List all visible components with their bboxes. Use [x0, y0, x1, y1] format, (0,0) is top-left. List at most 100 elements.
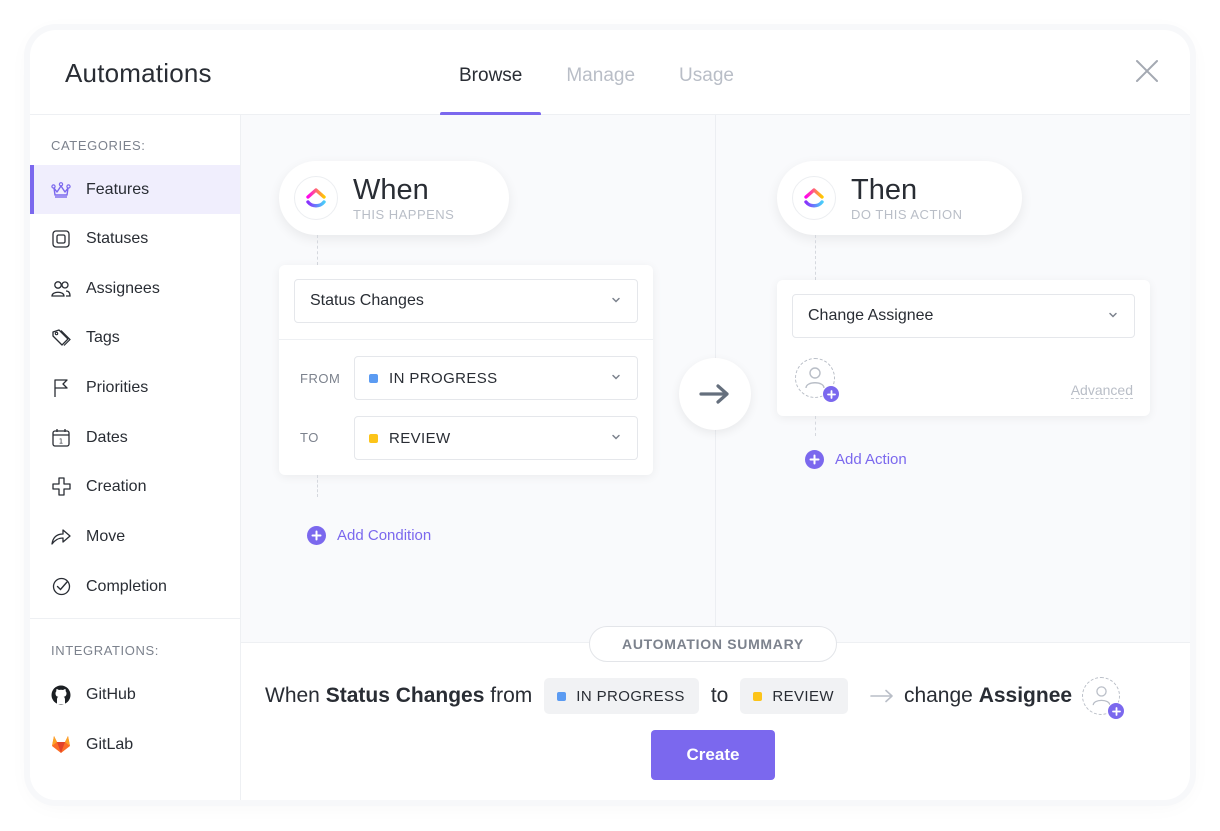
summary-when: When — [265, 684, 320, 707]
trigger-header: When THIS HAPPENS — [279, 161, 509, 235]
chevron-down-icon — [1109, 312, 1117, 318]
tab-usage[interactable]: Usage — [660, 30, 753, 115]
connector-line — [815, 416, 816, 436]
connector-line — [317, 475, 318, 497]
status-color-dot — [369, 433, 378, 443]
trigger-title: When — [353, 173, 429, 206]
sidebar-item-label: Assignees — [86, 279, 160, 297]
action-title: Then — [851, 173, 918, 206]
trigger-subtitle: THIS HAPPENS — [353, 206, 455, 222]
sidebar-item-label: Move — [86, 527, 126, 545]
tag-icon — [51, 328, 71, 348]
sidebar-item-move[interactable]: Move — [30, 512, 240, 561]
sidebar-item-statuses[interactable]: Statuses — [30, 214, 240, 263]
advanced-link[interactable]: Advanced — [1070, 382, 1133, 399]
add-action-button[interactable]: Add Action — [805, 450, 907, 469]
add-action-label: Add Action — [835, 451, 907, 468]
share-arrow-icon — [51, 527, 71, 547]
status-square-icon — [51, 229, 71, 249]
connector-line — [815, 235, 816, 280]
modal-header: Automations Browse Manage Usage — [30, 30, 1190, 116]
add-assignee-button[interactable] — [795, 358, 840, 403]
summary-from-status-chip: IN PROGRESS — [544, 678, 699, 714]
add-condition-button[interactable]: Add Condition — [307, 526, 431, 545]
add-condition-label: Add Condition — [337, 527, 432, 544]
from-status-select[interactable]: IN PROGRESS — [354, 356, 638, 400]
sidebar-item-label: Tags — [86, 328, 120, 346]
arrow-right-icon — [699, 384, 729, 404]
tab-browse[interactable]: Browse — [440, 30, 542, 116]
action-subtitle: DO THIS ACTION — [851, 206, 963, 222]
automation-builder: When THIS HAPPENS Status Changes FROM IN… — [241, 115, 1190, 643]
clickup-logo-icon — [294, 176, 338, 220]
sidebar-item-label: Statuses — [86, 229, 149, 247]
summary-from-status: IN PROGRESS — [576, 687, 685, 705]
action-event-value: Change Assignee — [808, 307, 934, 324]
status-color-dot — [753, 691, 763, 701]
svg-text:1: 1 — [59, 438, 63, 446]
status-color-dot — [369, 373, 378, 383]
arrow-right-icon — [870, 689, 894, 703]
sidebar-item-label: Creation — [86, 477, 147, 495]
status-color-dot — [557, 691, 567, 701]
to-status-select[interactable]: REVIEW — [354, 416, 638, 460]
connector-line — [317, 235, 318, 265]
flow-arrow — [679, 358, 751, 430]
categories-label: CATEGORIES: — [51, 138, 146, 153]
sidebar-item-priorities[interactable]: Priorities — [30, 363, 240, 412]
sidebar-item-gitlab[interactable]: GitLab — [30, 720, 240, 769]
sidebar: CATEGORIES: Features Statuses Assignees … — [30, 115, 241, 800]
plus-badge-icon — [822, 385, 840, 403]
from-status-value: IN PROGRESS — [389, 369, 498, 387]
sidebar-item-label: Completion — [86, 577, 167, 595]
sidebar-item-completion[interactable]: Completion — [30, 562, 240, 611]
close-icon — [1136, 60, 1158, 82]
clickup-logo-icon — [792, 176, 836, 220]
sidebar-item-label: GitLab — [86, 735, 134, 753]
sidebar-item-tags[interactable]: Tags — [30, 313, 240, 362]
chevron-down-icon — [612, 374, 620, 380]
summary-to-status-chip: REVIEW — [740, 678, 848, 714]
card-divider — [279, 339, 653, 340]
user-icon — [805, 367, 825, 389]
sidebar-item-features[interactable]: Features — [30, 165, 240, 214]
sidebar-item-dates[interactable]: 1 Dates — [30, 413, 240, 462]
sidebar-item-label: Features — [86, 180, 150, 198]
integrations-label: INTEGRATIONS: — [51, 643, 159, 658]
automations-modal: Automations Browse Manage Usage CATEGORI… — [30, 30, 1190, 800]
automation-summary: When Status Changes from IN PROGRESS to … — [265, 677, 1126, 720]
summary-to-status: REVIEW — [772, 687, 834, 705]
trigger-card: Status Changes FROM IN PROGRESS TO REVIE… — [279, 265, 653, 475]
sidebar-item-creation[interactable]: Creation — [30, 462, 240, 511]
summary-from: from — [490, 684, 533, 707]
tab-manage[interactable]: Manage — [547, 30, 654, 115]
sidebar-item-github[interactable]: GitHub — [30, 670, 240, 719]
summary-assignee-avatar[interactable] — [1082, 677, 1126, 720]
plus-circle-icon — [307, 526, 326, 545]
action-header: Then DO THIS ACTION — [777, 161, 1022, 235]
github-icon — [51, 685, 71, 705]
action-event-select[interactable]: Change Assignee — [792, 294, 1135, 338]
close-button[interactable] — [1134, 58, 1160, 84]
trigger-event-select[interactable]: Status Changes — [294, 279, 638, 323]
summary-change: change — [903, 684, 973, 707]
calendar-icon: 1 — [51, 428, 71, 448]
chevron-down-icon — [612, 434, 620, 440]
summary-trigger: Status Changes — [325, 684, 485, 707]
create-button[interactable]: Create — [651, 730, 775, 780]
sidebar-item-label: Priorities — [86, 378, 149, 396]
plus-outline-icon — [51, 477, 71, 497]
sidebar-divider — [30, 618, 240, 619]
automation-summary-label: AUTOMATION SUMMARY — [589, 626, 837, 662]
trigger-event-value: Status Changes — [310, 292, 424, 309]
gitlab-icon — [51, 735, 71, 755]
plus-circle-icon — [805, 450, 824, 469]
chevron-down-icon — [612, 297, 620, 303]
user-icon — [1092, 686, 1111, 706]
sidebar-item-assignees[interactable]: Assignees — [30, 264, 240, 313]
page-title: Automations — [65, 58, 212, 88]
check-circle-icon — [51, 577, 71, 597]
flag-icon — [51, 378, 71, 398]
to-status-value: REVIEW — [389, 429, 451, 447]
sidebar-item-label: Dates — [86, 428, 128, 446]
